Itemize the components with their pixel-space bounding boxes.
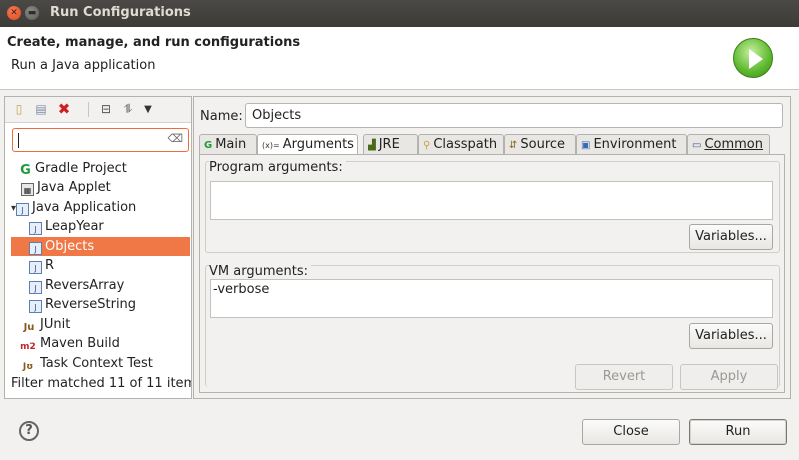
collapse-all-icon[interactable]: ⊟ bbox=[99, 102, 113, 117]
arguments-tab-content: Program arguments: Variables... VM argum… bbox=[199, 154, 785, 393]
view-menu-icon[interactable]: ▼ bbox=[141, 102, 155, 117]
program-arguments-label: Program arguments: bbox=[209, 160, 346, 175]
environment-tab-icon: ▣ bbox=[581, 140, 591, 151]
close-button[interactable]: Close bbox=[582, 419, 680, 445]
name-input[interactable] bbox=[245, 103, 783, 128]
window-minimize-button[interactable]: ▬ bbox=[25, 6, 39, 20]
tree-item-reversarray[interactable]: J ReversArray bbox=[29, 276, 124, 295]
tab-main[interactable]: G Main bbox=[199, 134, 257, 155]
arguments-tab-icon: (x)= bbox=[262, 141, 280, 150]
maven-icon: m2 bbox=[20, 342, 36, 352]
clear-filter-icon[interactable]: ⌫ bbox=[167, 132, 183, 145]
java-app-icon: J bbox=[29, 261, 42, 274]
program-variables-button[interactable]: Variables... bbox=[689, 224, 773, 250]
tree-item-leapyear[interactable]: J LeapYear bbox=[29, 217, 104, 236]
tab-jre[interactable]: ▟ JRE bbox=[363, 134, 418, 155]
main-tab-icon: G bbox=[204, 140, 213, 151]
filter-status: Filter matched 11 of 11 items bbox=[11, 376, 191, 391]
filter-icon[interactable]: ⥮ bbox=[121, 102, 135, 117]
configuration-toolbar: ▯ ▤ ✖ ⊟ ⥮ ▼ bbox=[5, 97, 191, 123]
junit-icon: Ju bbox=[23, 322, 35, 333]
java-app-icon: J bbox=[29, 242, 42, 255]
program-arguments-group: Program arguments: Variables... bbox=[205, 160, 780, 253]
duplicate-icon[interactable]: ▤ bbox=[34, 102, 48, 117]
classpath-tab-icon: ⚲ bbox=[423, 140, 431, 151]
toolbar-separator bbox=[88, 102, 89, 117]
java-app-icon: J bbox=[29, 222, 42, 235]
tree-item-java-applet[interactable]: ▦ Java Applet bbox=[21, 178, 111, 197]
text-caret bbox=[18, 133, 19, 148]
tree-item-maven-build[interactable]: m2 Maven Build bbox=[19, 334, 120, 353]
common-tab-icon: ▭ bbox=[692, 140, 702, 151]
gradle-icon: G bbox=[20, 163, 31, 178]
tab-classpath[interactable]: ⚲ Classpath bbox=[418, 134, 504, 155]
tree-item-gradle-project[interactable]: G Gradle Project bbox=[19, 159, 127, 178]
tab-strip: G Main (x)= Arguments ▟ JRE ⚲ Classpath ⇵ Sou… bbox=[199, 134, 789, 156]
tree-item-junit[interactable]: Ju JUnit bbox=[21, 315, 71, 334]
tab-arguments[interactable]: (x)= Arguments bbox=[257, 134, 358, 156]
new-configuration-icon[interactable]: ▯ bbox=[12, 102, 26, 117]
java-app-icon: J bbox=[29, 281, 42, 294]
tab-source[interactable]: ⇵ Source bbox=[504, 134, 576, 155]
delete-icon[interactable]: ✖ bbox=[57, 102, 71, 117]
vm-arguments-label: VM arguments: bbox=[209, 264, 311, 279]
program-arguments-input[interactable] bbox=[210, 181, 773, 220]
jre-tab-icon: ▟ bbox=[368, 140, 376, 151]
applet-icon: ▦ bbox=[21, 183, 34, 196]
window-close-button[interactable]: ✕ bbox=[7, 6, 21, 20]
tree-item-reversestring[interactable]: J ReverseString bbox=[29, 295, 136, 314]
dialog-header: Create, manage, and run configurations R… bbox=[0, 27, 799, 90]
window-title: Run Configurations bbox=[50, 5, 191, 20]
task-context-icon: Jʊ bbox=[22, 362, 34, 372]
tree-item-objects[interactable]: J Objects bbox=[11, 237, 190, 256]
java-app-icon: J bbox=[29, 300, 42, 313]
title-bar: ✕ ▬ Run Configurations bbox=[0, 0, 799, 27]
tab-common[interactable]: ▭ Common bbox=[687, 134, 770, 155]
revert-button[interactable]: Revert bbox=[575, 364, 673, 390]
header-subtitle: Run a Java application bbox=[11, 58, 156, 73]
tree-item-java-application[interactable]: ▾ J Java Application bbox=[11, 198, 136, 217]
configuration-editor-panel: Name: GMain (x)=Arguments ▟JRE ⚲Classpat… bbox=[193, 96, 791, 399]
filter-input[interactable]: ⌫ bbox=[12, 128, 189, 152]
apply-button[interactable]: Apply bbox=[680, 364, 778, 390]
configuration-list-panel: ▯ ▤ ✖ ⊟ ⥮ ▼ ⌫ G Gradle Project ▦ Java Appl… bbox=[4, 96, 192, 399]
vm-arguments-input[interactable]: -verbose bbox=[210, 279, 773, 318]
vm-variables-button[interactable]: Variables... bbox=[689, 323, 773, 349]
help-icon[interactable]: ? bbox=[19, 421, 39, 441]
tree-item-r[interactable]: JR bbox=[29, 256, 54, 275]
run-button[interactable]: Run bbox=[689, 419, 787, 445]
tab-environment[interactable]: ▣ Environment bbox=[576, 134, 687, 155]
tree-item-task-context-test[interactable]: Jʊ Task Context Test bbox=[19, 354, 153, 373]
source-tab-icon: ⇵ bbox=[509, 140, 518, 151]
name-label: Name: bbox=[200, 109, 243, 124]
run-badge-icon bbox=[733, 38, 773, 78]
header-title: Create, manage, and run configurations bbox=[7, 35, 301, 50]
java-app-icon: J bbox=[16, 203, 30, 216]
